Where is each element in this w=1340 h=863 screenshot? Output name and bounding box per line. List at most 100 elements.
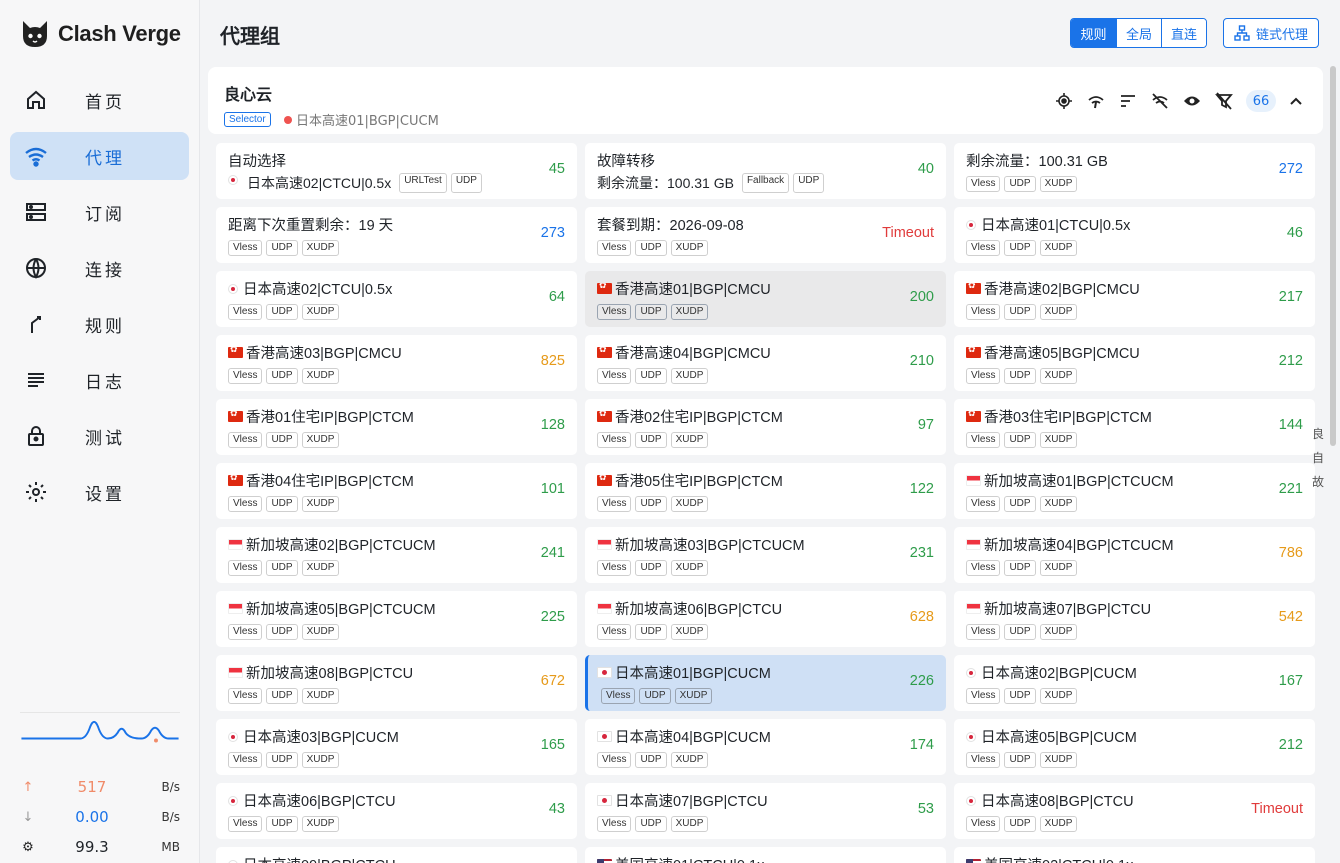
- sort-icon[interactable]: [1112, 90, 1144, 112]
- proxy-card[interactable]: 新加坡高速08|BGP|CTCU Vless UDP XUDP 672: [216, 655, 577, 711]
- proxy-card[interactable]: 自动选择 日本高速02|CTCU|0.5x URLTest UDP 45: [216, 143, 577, 199]
- proxy-card[interactable]: 香港高速04|BGP|CMCU VlessUDPXUDP 210: [585, 335, 946, 391]
- proxy-delay[interactable]: 40: [918, 161, 934, 177]
- proxy-card[interactable]: 日本高速01|CTCU|0.5x Vless UDP XUDP 46: [954, 207, 1315, 263]
- proxy-card[interactable]: 日本高速06|BGP|CTCU Vless UDP XUDP 43: [216, 783, 577, 839]
- proxy-delay[interactable]: 272: [1279, 161, 1303, 177]
- nav-item-lock[interactable]: 测试: [10, 412, 189, 460]
- eye-icon[interactable]: [1176, 90, 1208, 112]
- proxy-card[interactable]: 新加坡高速07|BGP|CTCU Vless UDP XUDP 542: [954, 591, 1315, 647]
- proxy-delay[interactable]: 97: [918, 417, 934, 433]
- proxy-card[interactable]: 香港高速01|BGP|CMCU VlessUDPXUDP 200: [585, 271, 946, 327]
- proxy-delay[interactable]: Timeout: [882, 225, 934, 241]
- proxy-delay[interactable]: 174: [910, 737, 934, 753]
- side-index-letter[interactable]: 良: [1312, 425, 1324, 442]
- nav-item-list[interactable]: 日志: [10, 356, 189, 404]
- locate-icon[interactable]: [1048, 90, 1080, 112]
- chain-proxy-button[interactable]: 链式代理: [1223, 18, 1319, 48]
- proxy-card[interactable]: 香港01住宅IP|BGP|CTCM VlessUDPXUDP 128: [216, 399, 577, 455]
- proxy-card[interactable]: 日本高速04|BGP|CUCM Vless UDP XUDP 174: [585, 719, 946, 775]
- proxy-delay[interactable]: 672: [541, 673, 565, 689]
- mode-button[interactable]: 直连: [1161, 19, 1206, 47]
- proxy-card[interactable]: 新加坡高速02|BGP|CTCUCM Vless UDP XUDP 241: [216, 527, 577, 583]
- proxy-card[interactable]: 香港高速02|BGP|CMCU VlessUDPXUDP 217: [954, 271, 1315, 327]
- proxy-delay[interactable]: 128: [541, 417, 565, 433]
- proxy-card[interactable]: 新加坡高速06|BGP|CTCU Vless UDP XUDP 628: [585, 591, 946, 647]
- proxy-card[interactable]: 日本高速05|BGP|CUCM Vless UDP XUDP 212: [954, 719, 1315, 775]
- proxy-delay[interactable]: 122: [910, 481, 934, 497]
- proxy-delay[interactable]: 210: [910, 353, 934, 369]
- proxy-delay[interactable]: 226: [910, 673, 934, 689]
- proxy-delay[interactable]: 46: [1287, 225, 1303, 241]
- mode-button[interactable]: 规则: [1071, 19, 1116, 47]
- proxy-delay[interactable]: Timeout: [1251, 801, 1303, 817]
- scrollbar-thumb[interactable]: [1330, 66, 1336, 446]
- proxy-card[interactable]: 新加坡高速04|BGP|CTCUCM Vless UDP XUDP 786: [954, 527, 1315, 583]
- proxy-delay[interactable]: 144: [1279, 417, 1303, 433]
- proxy-delay[interactable]: 53: [918, 801, 934, 817]
- nav-item-fork[interactable]: 规则: [10, 300, 189, 348]
- proxy-card[interactable]: 香港03住宅IP|BGP|CTCM VlessUDPXUDP 144: [954, 399, 1315, 455]
- proxy-delay[interactable]: 212: [1279, 353, 1303, 369]
- proxy-delay[interactable]: 231: [910, 545, 934, 561]
- proxy-delay[interactable]: 101: [541, 481, 565, 497]
- proxy-card[interactable]: 香港02住宅IP|BGP|CTCM VlessUDPXUDP 97: [585, 399, 946, 455]
- proxy-card[interactable]: 新加坡高速05|BGP|CTCUCM Vless UDP XUDP 225: [216, 591, 577, 647]
- proxy-card[interactable]: 香港高速03|BGP|CMCU VlessUDPXUDP 825: [216, 335, 577, 391]
- proxy-card[interactable]: 香港04住宅IP|BGP|CTCM VlessUDPXUDP 101: [216, 463, 577, 519]
- nav-item-storage[interactable]: 订阅: [10, 188, 189, 236]
- proxy-card[interactable]: 日本高速02|BGP|CUCM Vless UDP XUDP 167: [954, 655, 1315, 711]
- proxy-delay[interactable]: 273: [541, 225, 565, 241]
- filter-icon[interactable]: [1208, 90, 1240, 112]
- proxy-name-row: 香港高速03|BGP|CMCU: [228, 342, 402, 363]
- proxy-delay[interactable]: 825: [541, 353, 565, 369]
- proxy-card[interactable]: 美国高速02|CTCU|0.1x: [954, 847, 1315, 863]
- proxy-card[interactable]: 香港05住宅IP|BGP|CTCM VlessUDPXUDP 122: [585, 463, 946, 519]
- proxy-card[interactable]: 新加坡高速01|BGP|CTCUCM Vless UDP XUDP 221: [954, 463, 1315, 519]
- proxy-card[interactable]: 故障转移 剩余流量：100.31 GB Fallback UDP 40: [585, 143, 946, 199]
- proxy-card[interactable]: 新加坡高速03|BGP|CTCUCM Vless UDP XUDP 231: [585, 527, 946, 583]
- proxy-card[interactable]: 日本高速08|BGP|CTCU Vless UDP XUDP Timeout: [954, 783, 1315, 839]
- mode-button[interactable]: 全局: [1116, 19, 1161, 47]
- proxy-delay[interactable]: 43: [549, 801, 565, 817]
- proxy-card[interactable]: 日本高速02|CTCU|0.5x Vless UDP XUDP 64: [216, 271, 577, 327]
- proxy-delay[interactable]: 217: [1279, 289, 1303, 305]
- proxy-delay[interactable]: 45: [549, 161, 565, 177]
- proxy-tag: XUDP: [301, 688, 340, 704]
- nav-item-gear[interactable]: 设置: [10, 468, 189, 516]
- nav-label: 规则: [85, 316, 125, 337]
- proxy-card[interactable]: 日本高速09|BGP|CTCU: [216, 847, 577, 863]
- proxy-delay[interactable]: 64: [549, 289, 565, 305]
- proxy-delay[interactable]: 165: [541, 737, 565, 753]
- nav-item-home[interactable]: 首页: [10, 76, 189, 124]
- proxy-tags: Vless UDP XUDP: [228, 816, 340, 832]
- proxy-delay[interactable]: 786: [1279, 545, 1303, 561]
- proxy-delay[interactable]: 628: [910, 609, 934, 625]
- proxy-delay[interactable]: 221: [1279, 481, 1303, 497]
- proxy-card[interactable]: 套餐到期：2026-09-08 Vless UDP XUDP Timeout: [585, 207, 946, 263]
- filter-off-icon[interactable]: [1144, 90, 1176, 112]
- scrollbar[interactable]: [1329, 64, 1337, 863]
- proxy-card[interactable]: 剩余流量：100.31 GB Vless UDP XUDP 272: [954, 143, 1315, 199]
- proxy-delay[interactable]: 212: [1279, 737, 1303, 753]
- proxy-card[interactable]: 香港高速05|BGP|CMCU VlessUDPXUDP 212: [954, 335, 1315, 391]
- proxy-tag: XUDP: [670, 816, 709, 832]
- proxy-group-header[interactable]: 良心云 Selector 日本高速01|BGP|CUCM 66: [208, 67, 1323, 134]
- proxy-delay[interactable]: 167: [1279, 673, 1303, 689]
- nav-item-globe[interactable]: 连接: [10, 244, 189, 292]
- proxy-card[interactable]: 距离下次重置剩余：19 天 Vless UDP XUDP 273: [216, 207, 577, 263]
- proxy-card[interactable]: 美国高速01|CTCU|0.1x: [585, 847, 946, 863]
- side-index-letter[interactable]: 自: [1312, 449, 1324, 466]
- chevron-up-icon[interactable]: [1280, 90, 1312, 112]
- proxy-card[interactable]: 日本高速07|BGP|CTCU Vless UDP XUDP 53: [585, 783, 946, 839]
- proxy-card[interactable]: 日本高速01|BGP|CUCM Vless UDP XUDP 226: [585, 655, 946, 711]
- proxy-delay[interactable]: 225: [541, 609, 565, 625]
- proxy-card[interactable]: 日本高速03|BGP|CUCM Vless UDP XUDP 165: [216, 719, 577, 775]
- proxy-delay[interactable]: 542: [1279, 609, 1303, 625]
- group-name: 良心云: [224, 85, 273, 104]
- proxy-delay[interactable]: 200: [910, 289, 934, 305]
- proxy-delay[interactable]: 241: [541, 545, 565, 561]
- nav-item-wifi[interactable]: 代理: [10, 132, 189, 180]
- wifi-test-icon[interactable]: [1080, 90, 1112, 112]
- side-index-letter[interactable]: 故: [1312, 473, 1324, 490]
